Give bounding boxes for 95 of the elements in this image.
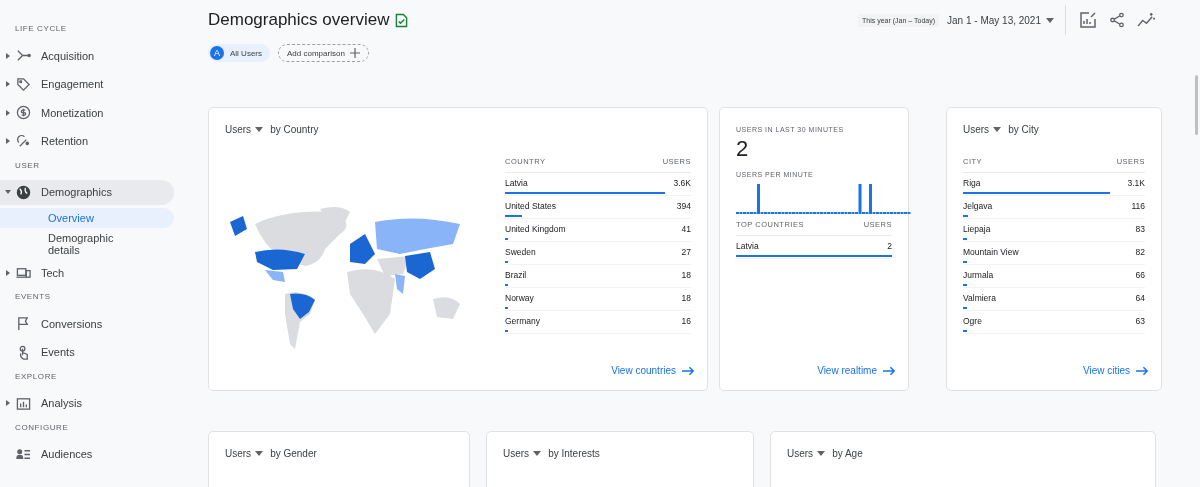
table-cell: Jurmala xyxy=(963,270,994,280)
nav-item[interactable]: Engagement xyxy=(0,71,174,97)
caret-icon xyxy=(533,451,542,456)
section-heading: CONFIGURE xyxy=(14,422,70,434)
table-cell: 2 xyxy=(887,241,892,251)
card-title: by City xyxy=(1008,124,1039,135)
edit-chart-icon[interactable] xyxy=(1079,11,1097,29)
table-cell: 116 xyxy=(1131,201,1145,211)
scrollbar[interactable] xyxy=(1195,75,1198,135)
arrow-right-icon xyxy=(1136,365,1149,376)
card-title: by Country xyxy=(270,124,319,135)
arrow-right-icon xyxy=(682,365,695,376)
table-cell: Sweden xyxy=(505,247,536,257)
metric-dropdown[interactable]: Users xyxy=(963,124,1002,135)
caret-icon xyxy=(255,127,264,132)
table-cell: Brazil xyxy=(505,270,527,280)
table-cell: 16 xyxy=(681,316,691,326)
user-count: 2 xyxy=(736,136,750,162)
section-heading: EVENTS xyxy=(14,292,52,303)
acquisition-icon xyxy=(16,48,31,63)
table-cell: 3.1K xyxy=(1127,178,1145,188)
dollar-icon xyxy=(16,105,31,120)
table-cell: 63 xyxy=(1135,316,1145,326)
caret-icon xyxy=(5,109,11,116)
analysis-icon xyxy=(16,395,31,411)
view-realtime-link[interactable]: View realtime xyxy=(817,365,896,376)
caret-icon xyxy=(5,52,11,59)
view-countries-link[interactable]: View countries xyxy=(611,365,695,376)
table-cell: Valmiera xyxy=(963,293,996,303)
table-cell: Liepaja xyxy=(963,224,991,234)
caret-icon xyxy=(5,400,11,406)
magnet-icon xyxy=(16,133,31,149)
nav-subitem[interactable]: Demographic details xyxy=(0,228,174,260)
table-cell: 27 xyxy=(681,247,691,257)
nav-item[interactable]: Tech xyxy=(0,260,174,285)
metric-dropdown[interactable]: Users xyxy=(225,124,264,135)
table-cell: United States xyxy=(505,201,557,211)
table-cell: Riga xyxy=(963,178,981,188)
table-cell: Ogre xyxy=(963,316,982,326)
caret-icon xyxy=(5,138,11,144)
nav-item[interactable]: Audiences xyxy=(0,441,174,467)
caret-icon xyxy=(817,451,826,456)
audience-icon xyxy=(16,446,31,462)
table-cell: 83 xyxy=(1135,224,1145,234)
nav-item[interactable]: Events xyxy=(0,339,174,365)
nav-item[interactable]: Monetization xyxy=(0,100,174,125)
table-cell: 64 xyxy=(1135,293,1145,303)
metric-dropdown[interactable]: Users xyxy=(787,448,826,459)
devices-icon xyxy=(16,265,31,280)
table-cell: 66 xyxy=(1135,270,1145,280)
metric-dropdown[interactable]: Users xyxy=(503,448,542,459)
section-heading: USER xyxy=(14,160,41,172)
page-title: Demographics overview xyxy=(208,10,390,30)
insights-icon[interactable] xyxy=(1137,11,1156,29)
table-cell: 394 xyxy=(676,201,691,211)
nav-item[interactable]: Retention xyxy=(0,128,174,154)
plus-icon xyxy=(349,48,360,58)
metric-dropdown[interactable]: Users xyxy=(225,448,264,459)
share-icon[interactable] xyxy=(1109,12,1125,28)
table-cell: Latvia xyxy=(505,178,528,188)
nav-item[interactable]: Demographics xyxy=(0,179,174,205)
section-heading: EXPLORE xyxy=(14,371,58,383)
view-cities-link[interactable]: View cities xyxy=(1082,365,1149,376)
segment-chip[interactable]: A All Users xyxy=(208,44,270,62)
document-check-icon[interactable] xyxy=(395,12,409,28)
table-cell: 3.6K xyxy=(673,178,691,188)
nav-item[interactable]: Analysis xyxy=(0,390,174,416)
table-cell: Mountain View xyxy=(963,247,1019,257)
nav-item[interactable]: Conversions xyxy=(0,311,174,336)
arrow-right-icon xyxy=(883,365,896,376)
table-cell: Norway xyxy=(505,293,534,303)
nav-item[interactable]: Acquisition xyxy=(0,43,174,68)
section-heading: LIFE CYCLE xyxy=(14,24,68,35)
nav-subitem[interactable]: Overview xyxy=(0,208,174,228)
caret-icon xyxy=(1046,17,1054,23)
date-range-picker[interactable]: Jan 1 - May 13, 2021 xyxy=(947,14,1054,26)
caret-icon xyxy=(5,269,11,276)
card-title: by Gender xyxy=(270,448,317,459)
table-cell: Jelgava xyxy=(963,201,993,211)
flag-icon xyxy=(16,316,31,331)
table-cell: 41 xyxy=(681,224,691,234)
caret-icon xyxy=(255,451,264,456)
caret-icon xyxy=(5,81,11,87)
table-cell: 82 xyxy=(1135,247,1145,257)
table-cell: Germany xyxy=(505,316,540,326)
card-title: by Age xyxy=(832,448,863,459)
tag-icon xyxy=(16,76,31,92)
table-cell: United Kingdom xyxy=(505,224,566,234)
globe-icon xyxy=(16,184,31,200)
table-cell: 18 xyxy=(681,270,691,280)
table-cell: Latvia xyxy=(736,241,759,251)
card-title: by Interests xyxy=(548,448,600,459)
caret-icon xyxy=(5,189,11,195)
table-cell: 18 xyxy=(681,293,691,303)
caret-icon xyxy=(993,127,1002,132)
